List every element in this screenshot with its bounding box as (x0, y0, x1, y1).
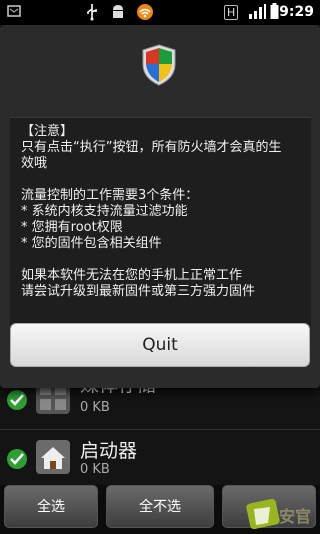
clock: 19:29 (269, 4, 314, 20)
message-line: * 您拥有root权限 (21, 220, 123, 235)
quit-button[interactable]: Quit (10, 323, 310, 367)
message-line: 如果本软件无法在您的手机上正常工作 (21, 268, 243, 283)
message-line: 效哦 (21, 156, 48, 171)
message-line: 【注意】 (21, 124, 74, 139)
app-size: 0 KB (80, 400, 110, 415)
app-size: 0 KB (80, 462, 110, 477)
message-line: 只有点击“执行”按钮，所有防火墙才会真的生 (21, 140, 282, 155)
app-name: 启动器 (80, 440, 138, 462)
wifi-icon (137, 4, 153, 20)
shield-icon (142, 44, 176, 86)
status-bar: H 19:29 (0, 0, 320, 25)
signal-icon (249, 4, 266, 19)
message-line: 流量控制的工作需要3个条件： (21, 188, 199, 203)
network-h-icon: H (224, 5, 239, 20)
message-line: 请尝试升级到最新固件或第三方强力固件 (21, 284, 256, 299)
message-line: * 系统内核支持流量过滤功能 (21, 204, 188, 219)
checkbox-checked-icon[interactable] (7, 449, 27, 469)
select-all-button[interactable]: 全选 (4, 485, 98, 528)
watermark-text: 安官 (279, 507, 312, 526)
usb-icon (87, 4, 97, 21)
select-none-button[interactable]: 全不选 (106, 485, 214, 528)
checkbox-checked-icon[interactable] (7, 390, 27, 410)
notification-icon (7, 5, 21, 17)
message-box: 【注意】 只有点击“执行”按钮，所有防火墙才会真的生 效哦 流量控制的工作需要3… (10, 117, 311, 330)
alert-dialog: 【注意】 只有点击“执行”按钮，所有防火墙才会真的生 效哦 流量控制的工作需要3… (0, 25, 320, 388)
list-item[interactable]: 启动器 0 KB (0, 429, 320, 485)
android-debug-icon (113, 5, 123, 18)
launcher-app-icon (36, 440, 70, 474)
message-line: * 您的固件包含相关组件 (21, 236, 162, 251)
